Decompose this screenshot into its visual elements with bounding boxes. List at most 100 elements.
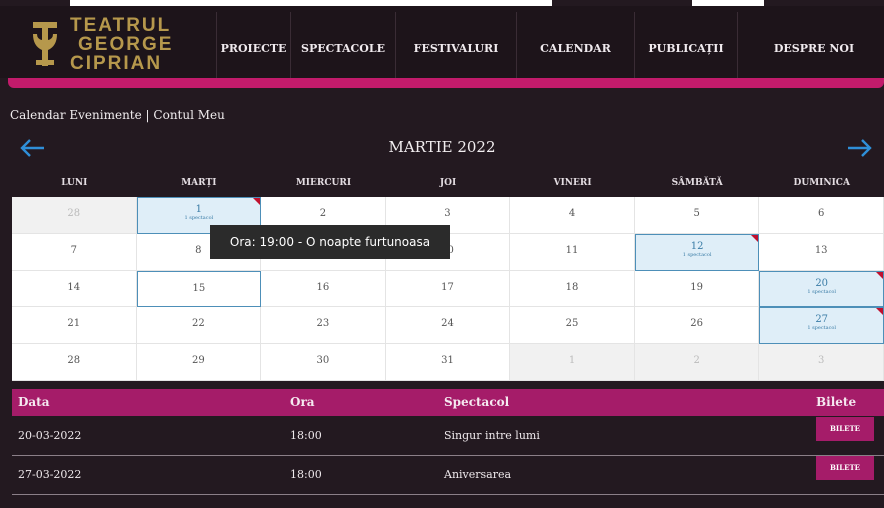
calendar-day[interactable]: 24 bbox=[385, 307, 511, 345]
nav-festivaluri[interactable]: FESTIVALURI bbox=[395, 12, 516, 84]
day-number: 2 bbox=[319, 208, 327, 219]
nav-proiecte[interactable]: PROIECTE bbox=[216, 12, 290, 84]
tickets-button[interactable]: BILETE bbox=[816, 417, 874, 441]
event-show-title: Singur intre lumi bbox=[444, 429, 540, 442]
weekday-header: LUNI MARȚI MIERCURI JOI VINERI SÂMBĂTĂ D… bbox=[12, 170, 884, 196]
calendar-day[interactable]: 13 bbox=[759, 233, 884, 271]
event-flag-icon bbox=[253, 198, 261, 205]
day-number: 2 bbox=[693, 355, 700, 367]
day-number: 19 bbox=[690, 281, 703, 293]
calendar-day[interactable]: 3 bbox=[759, 344, 884, 381]
calendar-day[interactable]: 28 bbox=[12, 197, 137, 234]
calendar-day[interactable]: 21 bbox=[12, 307, 137, 345]
calendar-day[interactable]: 1 bbox=[510, 344, 635, 381]
day-number: 20 bbox=[815, 277, 829, 289]
calendar-day[interactable]: 28 bbox=[12, 344, 137, 381]
nav-publicatii[interactable]: PUBLICAȚII bbox=[634, 12, 737, 84]
calendar-day[interactable]: 5 bbox=[634, 197, 760, 234]
accent-bar bbox=[8, 78, 884, 88]
calendar-day[interactable]: 18 bbox=[510, 270, 635, 308]
logo-line: GEORGE bbox=[78, 34, 174, 55]
event-date: 20-03-2022 bbox=[18, 429, 82, 442]
day-number: 7 bbox=[70, 244, 77, 256]
calendar-day-event[interactable]: 27 1 spectacol bbox=[759, 307, 884, 345]
day-number: 1 bbox=[568, 355, 576, 367]
calendar-day-event[interactable]: 12 1 spectacol bbox=[634, 233, 760, 271]
day-number: 4 bbox=[568, 208, 576, 219]
day-number: 1 bbox=[195, 204, 203, 215]
calendar-day[interactable]: 16 bbox=[261, 270, 386, 308]
calendar-day[interactable]: 6 bbox=[759, 197, 884, 234]
calendar-day[interactable]: 19 bbox=[634, 270, 760, 308]
nav-spectacole[interactable]: SPECTACOLE bbox=[290, 12, 395, 84]
calendar-day[interactable]: 17 bbox=[385, 270, 511, 308]
breadcrumb-calendar-link[interactable]: Calendar Evenimente bbox=[10, 108, 142, 122]
event-show-title: Aniversarea bbox=[444, 468, 512, 481]
day-number: 16 bbox=[316, 281, 330, 293]
calendar-day[interactable]: 26 bbox=[634, 307, 760, 345]
weekday-label: DUMINICA bbox=[793, 178, 850, 188]
day-number: 28 bbox=[67, 208, 81, 219]
calendar-day[interactable]: 4 bbox=[510, 197, 635, 234]
calendar-day[interactable]: 11 bbox=[510, 233, 635, 271]
nav-despre-noi[interactable]: DESPRE NOI bbox=[737, 12, 884, 84]
day-number: 29 bbox=[191, 355, 205, 367]
day-number: 31 bbox=[441, 355, 454, 367]
event-time: 18:00 bbox=[290, 468, 322, 481]
day-number: 22 bbox=[191, 318, 205, 330]
day-number: 28 bbox=[67, 355, 81, 367]
next-month-arrow-icon[interactable] bbox=[846, 134, 874, 162]
day-number: 17 bbox=[441, 281, 454, 293]
column-header-time: Ora bbox=[290, 395, 315, 409]
day-number: 6 bbox=[818, 208, 825, 219]
tickets-button[interactable]: BILETE bbox=[816, 456, 874, 480]
column-header-tickets: Bilete bbox=[816, 395, 857, 409]
breadcrumb-account-link[interactable]: Contul Meu bbox=[153, 108, 224, 122]
day-number: 24 bbox=[441, 318, 454, 330]
calendar-day-event[interactable]: 20 1 spectacol bbox=[759, 270, 884, 308]
day-number: 3 bbox=[818, 355, 825, 367]
calendar-day[interactable]: 30 bbox=[261, 344, 386, 381]
table-row: 27-03-2022 18:00 Aniversarea BILETE bbox=[12, 456, 884, 495]
day-number: 23 bbox=[316, 318, 330, 330]
calendar-day[interactable]: 7 bbox=[12, 233, 137, 271]
weekday-label: VINERI bbox=[553, 178, 592, 188]
event-flag-icon bbox=[751, 234, 759, 242]
column-header-show: Spectacol bbox=[444, 395, 510, 409]
weekday-label: JOI bbox=[439, 178, 457, 188]
weekday-label: LUNI bbox=[61, 178, 88, 188]
event-flag-icon bbox=[875, 271, 883, 279]
calendar-day[interactable]: 15 bbox=[136, 270, 262, 308]
calendar-day[interactable]: 31 bbox=[385, 344, 511, 381]
event-count-label: 1 spectacol bbox=[682, 251, 712, 258]
event-count-label: 1 spectacol bbox=[184, 215, 214, 221]
calendar-day[interactable]: 22 bbox=[136, 307, 262, 345]
event-flag-icon bbox=[875, 308, 883, 316]
theatre-mask-logo-icon bbox=[33, 22, 57, 66]
calendar-day[interactable]: 23 bbox=[261, 307, 386, 345]
day-number: 27 bbox=[815, 314, 829, 326]
logo-wordmark: TEATRUL GEORGE CIPRIAN bbox=[70, 16, 173, 73]
day-number: 14 bbox=[67, 281, 81, 293]
day-number: 13 bbox=[814, 244, 828, 256]
calendar-day[interactable]: 25 bbox=[510, 307, 635, 345]
site-logo[interactable]: TEATRUL GEORGE CIPRIAN bbox=[22, 14, 212, 74]
calendar-month-title: MARTIE 2022 bbox=[388, 138, 496, 156]
logo-line: TEATRUL bbox=[70, 15, 172, 36]
calendar-day[interactable]: 2 bbox=[634, 344, 760, 381]
column-header-date: Data bbox=[18, 395, 50, 409]
events-table-header: Data Ora Spectacol Bilete bbox=[12, 389, 884, 416]
day-number: 30 bbox=[316, 355, 330, 367]
calendar-day[interactable]: 14 bbox=[12, 270, 137, 308]
day-number: 25 bbox=[565, 318, 579, 330]
day-number: 18 bbox=[565, 281, 579, 293]
day-number: 12 bbox=[690, 240, 704, 252]
nav-calendar[interactable]: CALENDAR bbox=[516, 12, 634, 84]
calendar-day[interactable]: 29 bbox=[136, 344, 262, 381]
weekday-label: SÂMBĂTĂ bbox=[671, 178, 723, 188]
day-number: 3 bbox=[444, 208, 451, 219]
event-count-label: 1 spectacol bbox=[807, 325, 837, 332]
event-tooltip: Ora: 19:00 - O noapte furtunoasa bbox=[210, 225, 450, 259]
day-number: 15 bbox=[192, 282, 206, 294]
table-row: 20-03-2022 18:00 Singur intre lumi BILET… bbox=[12, 417, 884, 456]
